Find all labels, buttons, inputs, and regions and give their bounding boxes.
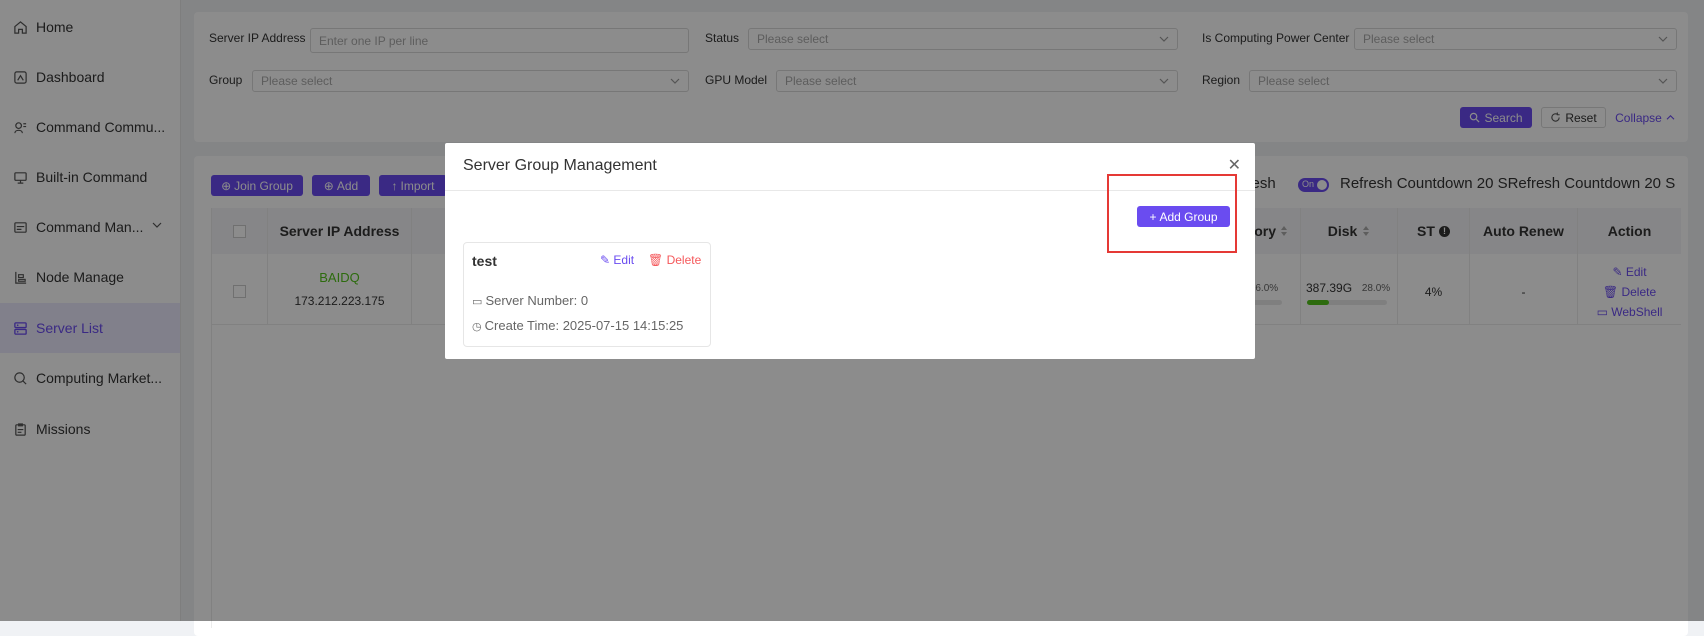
group-delete-link[interactable]: 🗑 Delete [648,253,701,267]
server-number-row: ▭ Server Number: 0 [472,293,589,308]
group-card: test ✎ Edit 🗑 Delete ▭ Server Number: 0 … [463,242,711,347]
modal-title: Server Group Management [463,157,657,174]
group-edit-link[interactable]: ✎ Edit [600,253,634,267]
monitor-icon: ▭ [472,296,486,308]
highlight-box [1107,174,1237,253]
group-name: test [472,253,497,269]
clock-icon: ◷ [472,321,485,333]
edit-icon: ✎ [600,253,614,267]
trash-icon: 🗑 [648,253,667,267]
create-time-row: ◷ Create Time: 2025-07-15 14:15:25 [472,318,684,333]
close-icon[interactable]: ✕ [1228,155,1241,175]
